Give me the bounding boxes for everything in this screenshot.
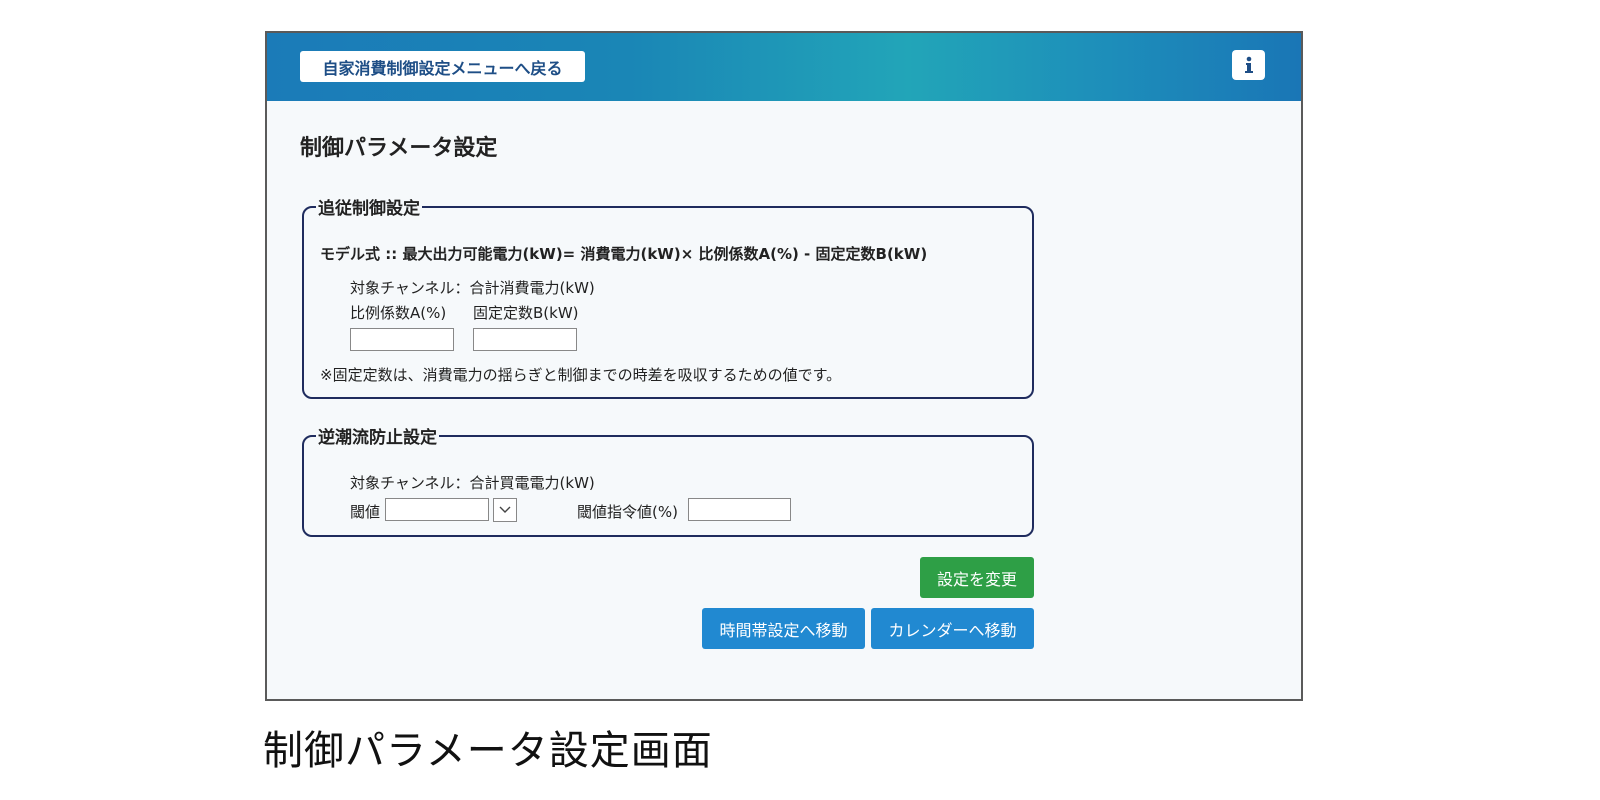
threshold-dropdown[interactable] [493, 498, 517, 522]
reverse-flow-section: 逆潮流防止設定 対象チャンネル：合計買電電力(kW) 閾値 閾値指令値(%) [302, 423, 1034, 537]
info-icon [1244, 56, 1253, 73]
model-formula: モデル式 :: 最大出力可能電力(kW)= 消費電力(kW)× 比例係数A(%)… [320, 245, 928, 263]
back-to-menu-button[interactable]: 自家消費制御設定メニューへ戻る [300, 51, 585, 82]
coef-a-input[interactable] [350, 328, 454, 351]
apply-settings-button[interactable]: 設定を変更 [920, 557, 1034, 598]
threshold-cmd-input[interactable] [688, 498, 791, 521]
chevron-down-icon [499, 506, 511, 513]
header-bar: 自家消費制御設定メニューへ戻る [267, 33, 1301, 101]
const-b-label: 固定定数B(kW) [473, 304, 579, 322]
const-b-input[interactable] [473, 328, 577, 351]
reverse-channel-label: 対象チャンネル：合計買電電力(kW) [350, 474, 595, 492]
threshold-label: 閾値 [350, 503, 381, 521]
threshold-input[interactable] [385, 498, 489, 521]
follow-control-legend: 追従制御設定 [318, 199, 420, 219]
follow-control-section: 追従制御設定 モデル式 :: 最大出力可能電力(kW)= 消費電力(kW)× 比… [302, 194, 1034, 399]
follow-channel-label: 対象チャンネル：合計消費電力(kW) [350, 279, 595, 297]
figure-caption: 制御パラメータ設定画面 [263, 728, 713, 774]
info-button[interactable] [1232, 50, 1265, 80]
coef-a-label: 比例係数A(%) [350, 304, 447, 322]
app-window: 自家消費制御設定メニューへ戻る 制御パラメータ設定 追従制御設定 モデル式 ::… [265, 31, 1303, 701]
reverse-flow-legend: 逆潮流防止設定 [318, 428, 437, 448]
to-timezone-button[interactable]: 時間帯設定へ移動 [702, 608, 865, 649]
page-title: 制御パラメータ設定 [300, 136, 498, 161]
to-calendar-button[interactable]: カレンダーへ移動 [871, 608, 1034, 649]
threshold-cmd-label: 閾値指令値(%) [577, 503, 678, 521]
fixed-constant-note: ※固定定数は、消費電力の揺らぎと制御までの時差を吸収するための値です。 [320, 366, 842, 384]
